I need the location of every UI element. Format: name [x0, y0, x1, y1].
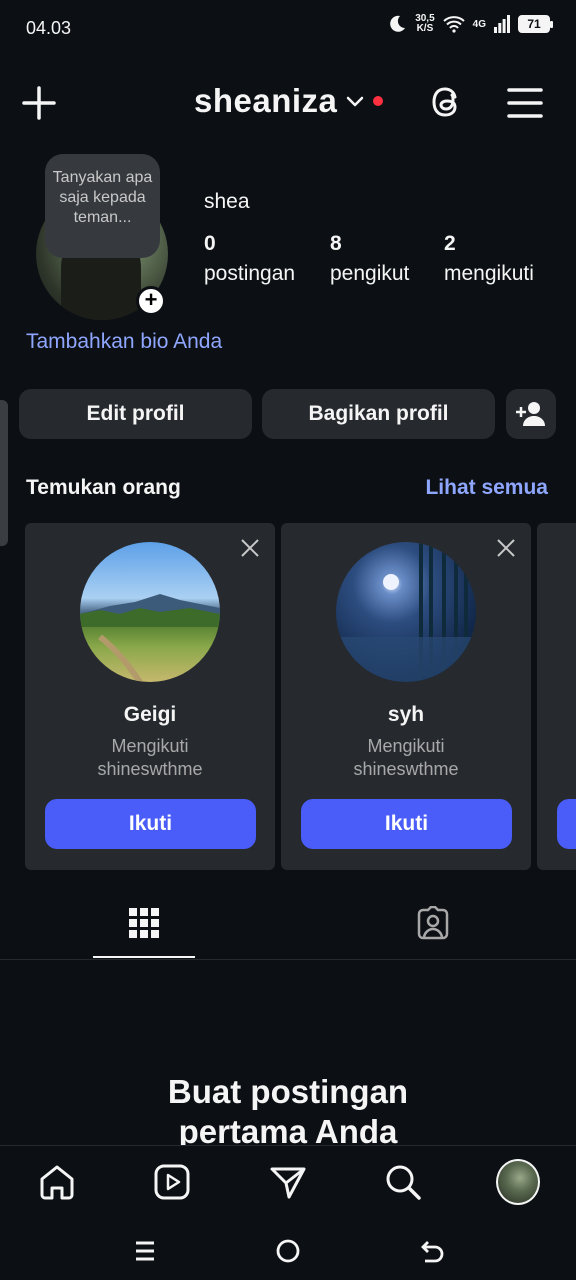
suggestion-card-partial[interactable]	[537, 523, 576, 870]
discover-people-button[interactable]	[506, 389, 556, 439]
grid-icon	[129, 908, 159, 938]
edit-profile-button[interactable]: Edit profil	[19, 389, 252, 439]
nav-home[interactable]	[35, 1160, 79, 1204]
close-icon[interactable]	[497, 539, 515, 557]
signal-icon	[494, 15, 510, 33]
profile-header: sheaniza	[0, 72, 576, 134]
tagged-person-icon	[417, 906, 449, 940]
stat-following[interactable]: 2 mengikuti	[444, 232, 534, 286]
see-all-link[interactable]: Lihat semua	[425, 476, 548, 500]
suggestion-name[interactable]: Geigi	[25, 703, 275, 727]
network-speed: 30,5 K/S	[415, 13, 435, 34]
stat-followers-value: 8	[330, 232, 342, 255]
nav-profile[interactable]	[496, 1159, 540, 1205]
chevron-down-icon	[347, 96, 364, 107]
nav-messages[interactable]	[266, 1160, 310, 1204]
stat-following-label: mengikuti	[444, 262, 534, 285]
share-profile-button[interactable]: Bagikan profil	[262, 389, 495, 439]
suggestion-context: Mengikuti shineswthme	[353, 736, 459, 779]
stat-posts-label: postingan	[204, 262, 296, 285]
wifi-icon	[442, 16, 465, 33]
suggestion-avatar[interactable]	[80, 542, 220, 682]
side-edge-handle[interactable]	[0, 400, 8, 546]
back-icon	[421, 1241, 444, 1263]
notification-dot	[373, 96, 384, 106]
battery-indicator: 71	[518, 15, 553, 33]
profile-avatar-small	[496, 1159, 540, 1205]
stat-posts-value: 0	[204, 232, 216, 255]
tab-tagged[interactable]	[382, 890, 484, 958]
stat-posts[interactable]: 0 postingan	[204, 232, 295, 286]
bottom-navigation	[0, 1145, 576, 1280]
empty-state-title: Buat postingan pertama Anda	[167, 1073, 409, 1150]
account-switcher[interactable]: sheaniza	[194, 82, 384, 120]
send-icon	[270, 1167, 306, 1199]
add-bio-link[interactable]: Tambahkan bio Anda	[26, 330, 222, 354]
discover-title: Temukan orang	[26, 476, 181, 499]
system-recents[interactable]	[130, 1236, 160, 1266]
suggestion-name[interactable]: syh	[281, 703, 531, 727]
reels-icon	[154, 1164, 190, 1200]
stat-following-value: 2	[444, 232, 456, 255]
network-type: 4G	[472, 18, 486, 30]
status-icons: 30,5 K/S 4G 71	[387, 13, 553, 34]
display-name: shea	[204, 190, 250, 213]
follow-button[interactable]: Ikuti	[45, 799, 256, 849]
stat-followers-label: pengikut	[330, 262, 410, 285]
stat-followers[interactable]: 8 pengikut	[330, 232, 409, 286]
recents-icon	[136, 1241, 154, 1261]
add-story-icon[interactable]: +	[136, 286, 166, 316]
status-time: 04.03	[26, 18, 72, 38]
close-icon[interactable]	[241, 539, 259, 557]
search-icon	[386, 1165, 421, 1200]
tab-posts-grid[interactable]	[93, 890, 195, 958]
username: sheaniza	[194, 82, 338, 119]
plus-icon[interactable]	[20, 84, 58, 122]
note-bubble[interactable]: Tanyakan apa saja kepada teman...	[45, 154, 160, 258]
menu-icon[interactable]	[506, 86, 544, 120]
add-user-icon	[516, 402, 545, 426]
system-home[interactable]	[273, 1236, 303, 1266]
nav-reels[interactable]	[150, 1160, 194, 1204]
suggestion-avatar[interactable]	[336, 542, 476, 682]
moon-icon	[390, 15, 406, 32]
status-bar: 04.03 30,5 K/S 4G 71	[0, 0, 576, 58]
home-icon	[40, 1165, 74, 1200]
system-home-icon	[276, 1239, 300, 1263]
profile-tabs	[0, 890, 576, 960]
suggestion-carousel[interactable]: Geigi Mengikuti shineswthme Ikuti syh Me…	[25, 523, 576, 870]
suggestion-card[interactable]: Geigi Mengikuti shineswthme Ikuti	[25, 523, 275, 870]
system-back[interactable]	[418, 1236, 448, 1266]
suggestion-context: Mengikuti shineswthme	[97, 736, 203, 779]
suggestion-card[interactable]: syh Mengikuti shineswthme Ikuti	[281, 523, 531, 870]
nav-search[interactable]	[381, 1160, 425, 1204]
threads-icon[interactable]	[428, 83, 466, 121]
follow-button-partial[interactable]	[557, 799, 576, 849]
follow-button[interactable]: Ikuti	[301, 799, 512, 849]
